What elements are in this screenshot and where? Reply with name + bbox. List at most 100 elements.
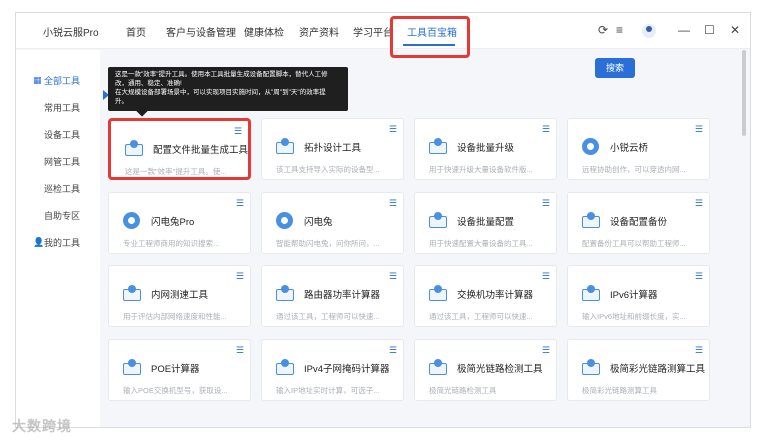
tool-card-desc: 输入IP地址实时计算，可选子... [276, 386, 380, 395]
card-menu-icon[interactable]: ☰ [542, 198, 550, 209]
watermark: 大数跨境 [12, 418, 72, 434]
nav-toolbox-highlight [390, 16, 470, 58]
ipv4-subnet-icon [276, 359, 296, 377]
topology-icon [276, 138, 296, 156]
batch-config-icon [429, 212, 449, 230]
card-menu-icon[interactable]: ☰ [542, 124, 550, 135]
sidebar: ▦ 全部工具 常用工具 设备工具 网管工具 巡检工具 自助专区 👤 我的工具 [16, 50, 100, 427]
tool-card-desc: 用于快速升级大量设备软件版... [429, 165, 533, 174]
tool-card-title: 极简光链路检测工具 [457, 364, 543, 375]
tool-card-desc: 极简彩光链路测算工具 [582, 386, 657, 395]
tool-card-desc: 极简光链路检测工具 [429, 386, 497, 395]
tool-card-desc: 专业工程师商用的知识搜索... [123, 239, 220, 248]
tool-card-title: 拓扑设计工具 [304, 143, 362, 154]
poe-icon [123, 359, 143, 377]
tool-card-title: 小锐云桥 [610, 143, 649, 154]
card-menu-icon[interactable]: ☰ [695, 271, 703, 282]
search-button[interactable]: 搜索 [595, 58, 635, 78]
tool-card[interactable]: ☰ 闪电兔智能帮助闪电兔，问你所问，... [261, 192, 404, 254]
config-backup-icon [582, 212, 602, 230]
device-upgrade-icon [429, 138, 449, 156]
card-menu-icon[interactable]: ☰ [695, 198, 703, 209]
tool-card[interactable]: ☰ IPv4子网掩码计算器输入IP地址实时计算，可选子... [261, 339, 404, 401]
tool-card[interactable]: ☰ 设备批量升级 用于快速升级大量设备软件版... [414, 118, 557, 180]
card-menu-icon[interactable]: ☰ [389, 271, 397, 282]
tool-card-title: POE计算器 [151, 364, 200, 375]
tool-card[interactable]: ☰ 拓扑设计工具该工具支持导入实际的设备型... [261, 118, 404, 180]
tool-card-title: 交换机功率计算器 [457, 290, 534, 301]
tool-card-desc: 输入IPv6地址和前缀长度，实... [582, 312, 686, 321]
card-menu-icon[interactable]: ☰ [695, 124, 703, 135]
tool-card[interactable]: ☰ 设备批量配置 用于快速配置大量设备的工具... [414, 192, 557, 254]
tool-card-desc: 配置备份工具可以帮助工程师... [582, 239, 686, 248]
tool-card-desc: 这是一款"效率"提升工具。使... [125, 167, 227, 176]
tool-card-desc: 通过该工具，工程师可以快速... [429, 312, 533, 321]
tool-card-title: 配置文件批量生成工具 [153, 145, 249, 156]
tool-card[interactable]: ☰ 闪电兔Pro 专业工程师商用的知识搜索... [108, 192, 251, 254]
tool-card-desc: 远程协助创作，可以穿透内网... [582, 165, 686, 174]
sidebar-item-self-service[interactable]: 自助专区 [16, 209, 100, 222]
tool-card-title: 设备配置备份 [610, 217, 668, 228]
card-menu-icon[interactable]: ☰ [389, 124, 397, 135]
refresh-icon[interactable]: ⟳ [598, 23, 608, 37]
tool-card[interactable]: ☰ 交换机功率计算器通过该工具，工程师可以快速... [414, 265, 557, 327]
app-title: 小锐云服Pro [43, 28, 99, 39]
color-optical-icon [582, 359, 602, 377]
tool-card-desc: 该工具支持导入实际的设备型... [276, 165, 380, 174]
card-menu-icon[interactable]: ☰ [234, 126, 242, 137]
card-menu-icon[interactable]: ☰ [236, 271, 244, 282]
card-menu-icon[interactable]: ☰ [542, 271, 550, 282]
tool-card-desc: 智能帮助闪电兔，问你所问，... [276, 239, 380, 248]
card-menu-icon[interactable]: ☰ [389, 345, 397, 356]
nav-assets[interactable]: 资产资料 [299, 24, 339, 39]
nav-customers-devices[interactable]: 客户与设备管理 [166, 24, 236, 39]
sidebar-item-my-tools[interactable]: 👤 我的工具 [16, 236, 100, 249]
tool-card-desc: 通过该工具，工程师可以快速... [276, 312, 380, 321]
tool-card-title: 设备批量配置 [457, 217, 515, 228]
sidebar-item-common[interactable]: 常用工具 [16, 101, 100, 114]
router-power-icon [276, 285, 296, 303]
tool-card[interactable]: ☰ IPv6计算器输入IPv6地址和前缀长度，实... [567, 265, 710, 327]
scrollbar[interactable] [742, 50, 746, 136]
tool-card[interactable]: ☰ 极简彩光链路测算工具 极简彩光链路测算工具 [567, 339, 710, 401]
card-menu-icon[interactable]: ☰ [236, 345, 244, 356]
nav-learning[interactable]: 学习平台 [353, 24, 393, 39]
tool-card[interactable]: ☰ 内网测速工具 用于评估内部网络速度和性能... [108, 265, 251, 327]
tool-card[interactable]: ☰ POE计算器输入POE交换机型号，获取设... [108, 339, 251, 401]
card-menu-icon[interactable]: ☰ [542, 345, 550, 356]
sidebar-item-device-tools[interactable]: 设备工具 [16, 128, 100, 141]
tool-card-title: IPv6计算器 [610, 290, 658, 301]
menu-icon[interactable]: ≡ [616, 23, 623, 37]
speedtest-icon [123, 285, 143, 303]
switch-power-icon [429, 285, 449, 303]
tool-card[interactable]: ☰ 路由器功率计算器通过该工具，工程师可以快速... [261, 265, 404, 327]
sidebar-item-nms-tools[interactable]: 网管工具 [16, 155, 100, 168]
close-icon[interactable]: ✕ [730, 23, 740, 37]
card-menu-icon[interactable]: ☰ [236, 198, 244, 209]
nav-home[interactable]: 首页 [126, 24, 146, 39]
tool-card-title: 内网测速工具 [151, 290, 209, 301]
tool-card-desc: 输入POE交换机型号，获取设... [123, 386, 228, 395]
tool-card[interactable]: ☰ 设备配置备份配置备份工具可以帮助工程师... [567, 192, 710, 254]
tool-card[interactable]: ☰ 极简光链路检测工具 极简光链路检测工具 [414, 339, 557, 401]
nav-health-check[interactable]: 健康体检 [244, 24, 284, 39]
card-menu-icon[interactable]: ☰ [389, 198, 397, 209]
tool-card-title: 闪电兔 [304, 217, 333, 228]
maximize-icon[interactable]: ☐ [704, 23, 715, 37]
card-menu-icon[interactable]: ☰ [695, 345, 703, 356]
tool-card-title: IPv4子网掩码计算器 [304, 364, 390, 375]
tool-card[interactable]: ☰ 配置文件批量生成工具这是一款"效率"提升工具。使... [108, 118, 251, 180]
minimize-icon[interactable]: — [678, 23, 690, 37]
avatar[interactable] [642, 24, 656, 38]
tool-card-title: 闪电兔Pro [151, 217, 195, 228]
tool-card[interactable]: ☰ 小锐云桥远程协助创作，可以穿透内网... [567, 118, 710, 180]
lightning-pro-icon [123, 212, 143, 230]
optical-check-icon [429, 359, 449, 377]
tool-card-title: 路由器功率计算器 [304, 290, 381, 301]
config-file-icon [125, 140, 145, 158]
top-nav-bar: 小锐云服Pro 首页 客户与设备管理 健康体检 资产资料 学习平台 工具百宝箱 … [16, 13, 750, 58]
tooltip: 这是一款"效率"提升工具。使用本工具批量生成设备配置脚本，替代人工修 改，通用、… [108, 67, 348, 117]
sidebar-item-inspection[interactable]: 巡检工具 [16, 182, 100, 195]
lightning-icon [276, 212, 296, 230]
sidebar-item-all-tools[interactable]: ▦ 全部工具 [16, 74, 100, 87]
